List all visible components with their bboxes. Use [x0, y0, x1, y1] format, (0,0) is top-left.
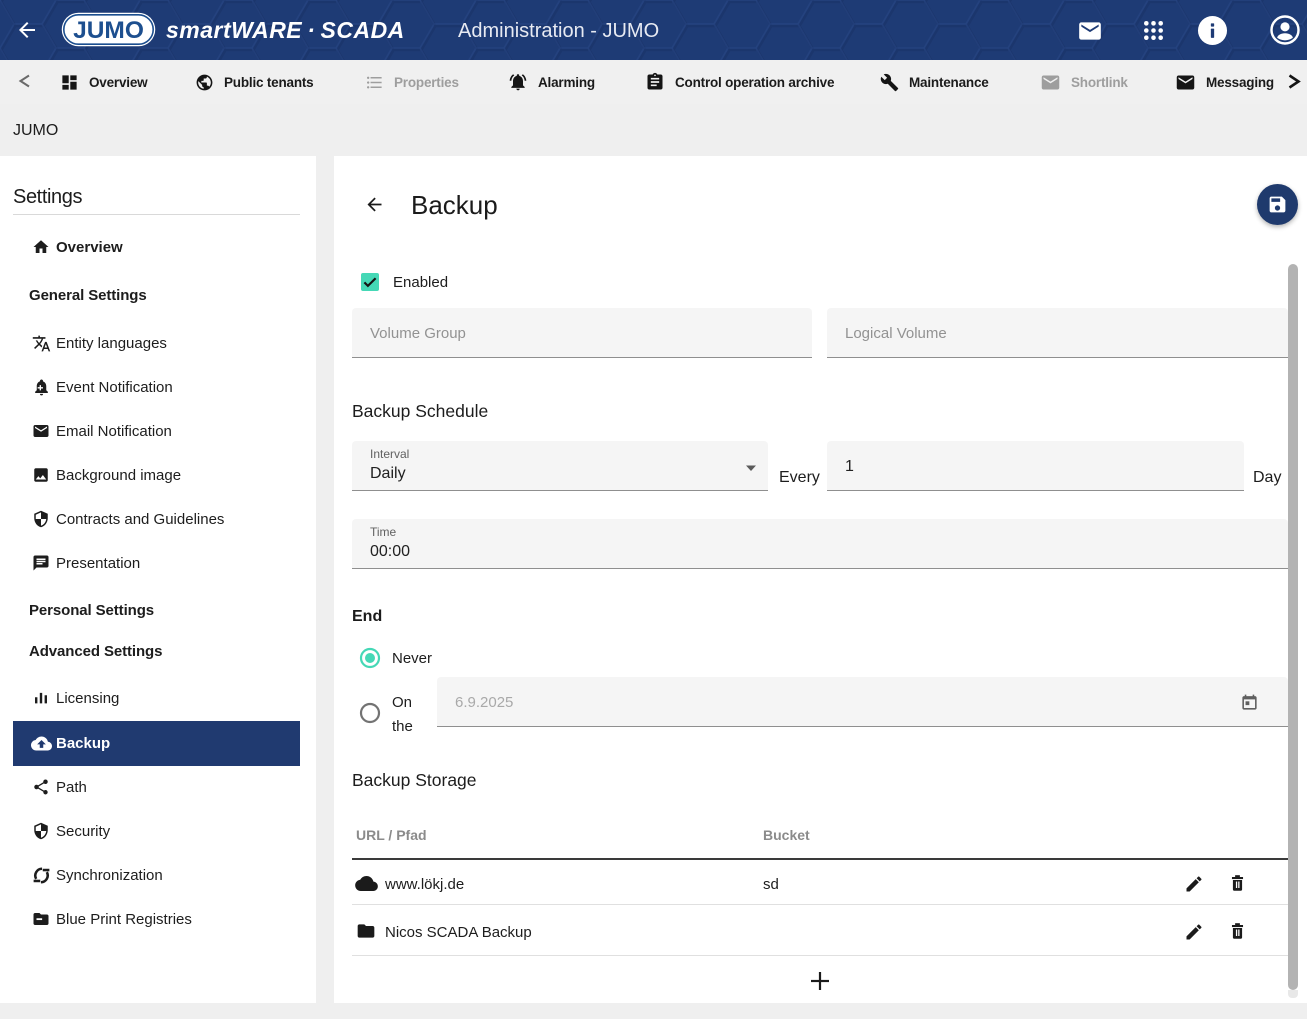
- svg-text:JUMO: JUMO: [73, 17, 144, 44]
